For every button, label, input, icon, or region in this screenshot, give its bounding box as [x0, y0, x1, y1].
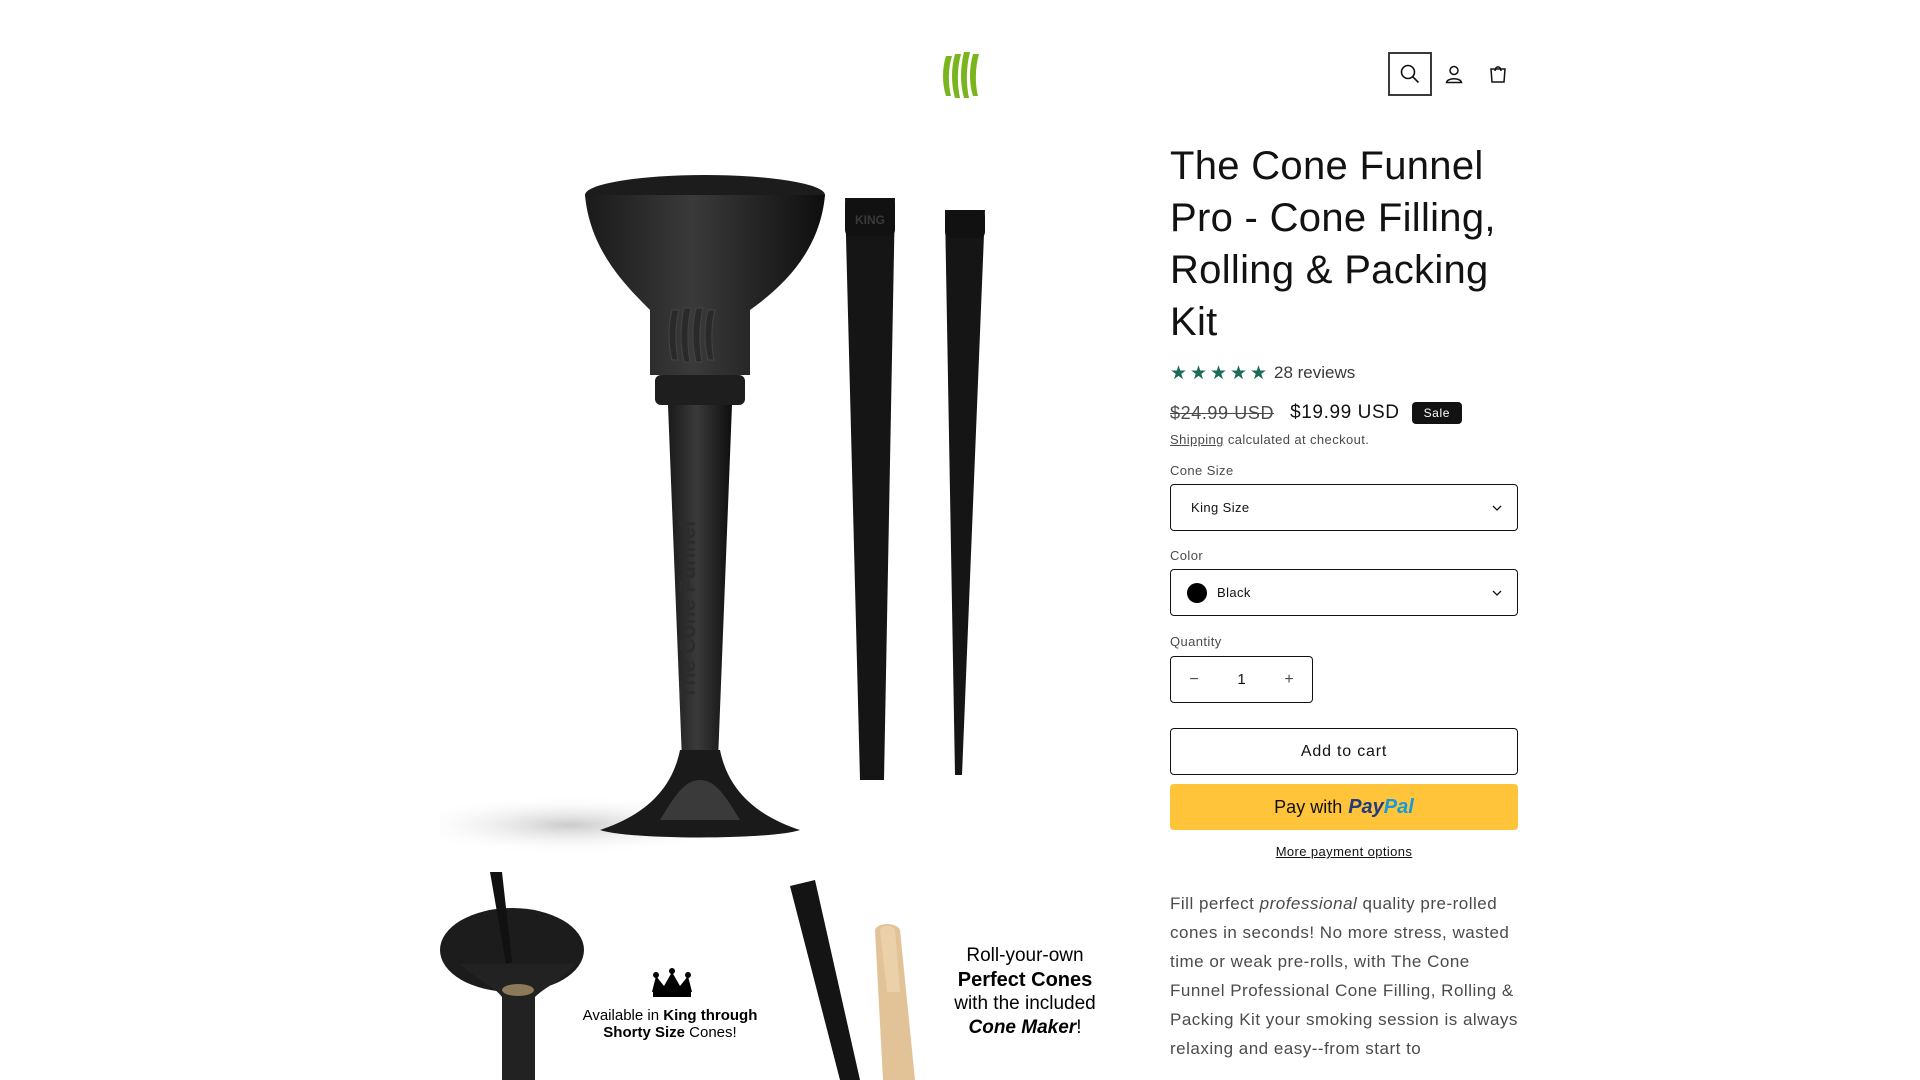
shipping-note: Shipping calculated at checkout. — [1170, 432, 1518, 447]
chevron-down-icon — [1492, 590, 1502, 596]
caption-line: with the included — [954, 993, 1096, 1014]
product-gallery-row: Available in King through Shorty Size Co… — [440, 872, 1120, 1080]
star-icon: ★ — [1230, 361, 1248, 384]
caption-italic-text: Cone Maker — [968, 1017, 1077, 1038]
sale-price: $19.99 USD — [1290, 402, 1400, 423]
star-icon: ★ — [1170, 361, 1188, 384]
logo-icon[interactable] — [940, 48, 986, 100]
star-icon: ★ — [1210, 361, 1228, 384]
color-select[interactable]: Black — [1170, 569, 1518, 616]
caption-line-bold: Perfect Cones — [957, 969, 1093, 991]
caption-text: Available in — [582, 1007, 664, 1024]
svg-text:KING: KING — [855, 213, 885, 227]
shipping-link[interactable]: Shipping — [1170, 432, 1224, 447]
cart-icon[interactable] — [1476, 52, 1520, 96]
description-text: Fill perfect — [1170, 894, 1260, 913]
site-header — [0, 0, 1920, 150]
compare-at-price: $24.99 USD — [1170, 402, 1275, 423]
product-title: The Cone Funnel Pro - Cone Filling, Roll… — [1170, 144, 1496, 344]
color-swatch — [1187, 582, 1207, 603]
product-rating[interactable]: ★ ★ ★ ★ ★ 28 reviews — [1170, 362, 1518, 384]
paypal-logo-pal: Pal — [1383, 795, 1414, 818]
star-icon: ★ — [1250, 361, 1268, 384]
color-value: Black — [1217, 585, 1251, 600]
quantity-label: Quantity — [1170, 634, 1222, 649]
quantity-value[interactable]: 1 — [1217, 671, 1266, 688]
account-icon[interactable] — [1432, 52, 1476, 96]
caption-line: Cone Maker! — [925, 1016, 1125, 1040]
quantity-stepper: − 1 + — [1170, 656, 1313, 703]
caption-bold-text: King through — [663, 1007, 758, 1024]
price-row: $24.99 USD $19.99 USD Sale — [1170, 400, 1518, 426]
more-payment-options-link[interactable]: More payment options — [1170, 844, 1518, 859]
caption-line: Roll-your-own — [966, 945, 1084, 966]
description-text: quality pre-rolled cones in seconds! No … — [1170, 894, 1518, 1058]
minus-icon[interactable]: − — [1171, 657, 1217, 702]
cone-size-label: Cone Size — [1170, 463, 1234, 478]
caption-bold-text: Shorty Size — [603, 1023, 685, 1041]
color-label: Color — [1170, 548, 1204, 563]
cone-size-select[interactable]: King Size — [1170, 484, 1518, 531]
caption-text: Cones! — [684, 1023, 737, 1041]
cone-size-value: King Size — [1191, 500, 1250, 515]
paypal-logo-pay: Pay — [1348, 795, 1384, 818]
product-description: Fill perfect professional quality pre-ro… — [1170, 889, 1518, 1063]
plus-icon[interactable]: + — [1266, 657, 1312, 702]
search-icon[interactable] — [1388, 52, 1432, 96]
product-main-image[interactable]: The Cone Funnel KING — [400, 140, 1120, 860]
description-emphasis: professional — [1259, 894, 1358, 913]
sale-badge: Sale — [1411, 402, 1462, 424]
shipping-text: calculated at checkout. — [1223, 432, 1370, 447]
sizes-caption: Available in King through Shorty Size Co… — [570, 1007, 770, 1041]
chevron-down-icon — [1492, 505, 1502, 511]
product-thumbnail-sizes[interactable]: Available in King through Shorty Size Co… — [440, 872, 770, 1080]
product-info: The Cone Funnel Pro - Cone Filling, Roll… — [1170, 140, 1518, 1063]
svg-text:The Cone Funnel: The Cone Funnel — [675, 521, 700, 699]
rating-stars: ★ ★ ★ ★ ★ — [1170, 361, 1269, 384]
product-thumbnail-cone-maker[interactable]: Roll-your-own Perfect Cones with the inc… — [785, 872, 1125, 1080]
paypal-prefix: Pay with — [1274, 796, 1343, 817]
paypal-logo: PayPal — [1348, 796, 1414, 819]
star-icon: ★ — [1190, 361, 1208, 384]
reviews-count[interactable]: 28 reviews — [1274, 363, 1355, 383]
caption-text: ! — [1076, 1017, 1082, 1038]
cone-maker-caption: Roll-your-own Perfect Cones with the inc… — [925, 944, 1125, 1040]
paypal-button[interactable]: Pay with PayPal — [1170, 784, 1518, 830]
add-to-cart-button[interactable]: Add to cart — [1170, 728, 1518, 775]
